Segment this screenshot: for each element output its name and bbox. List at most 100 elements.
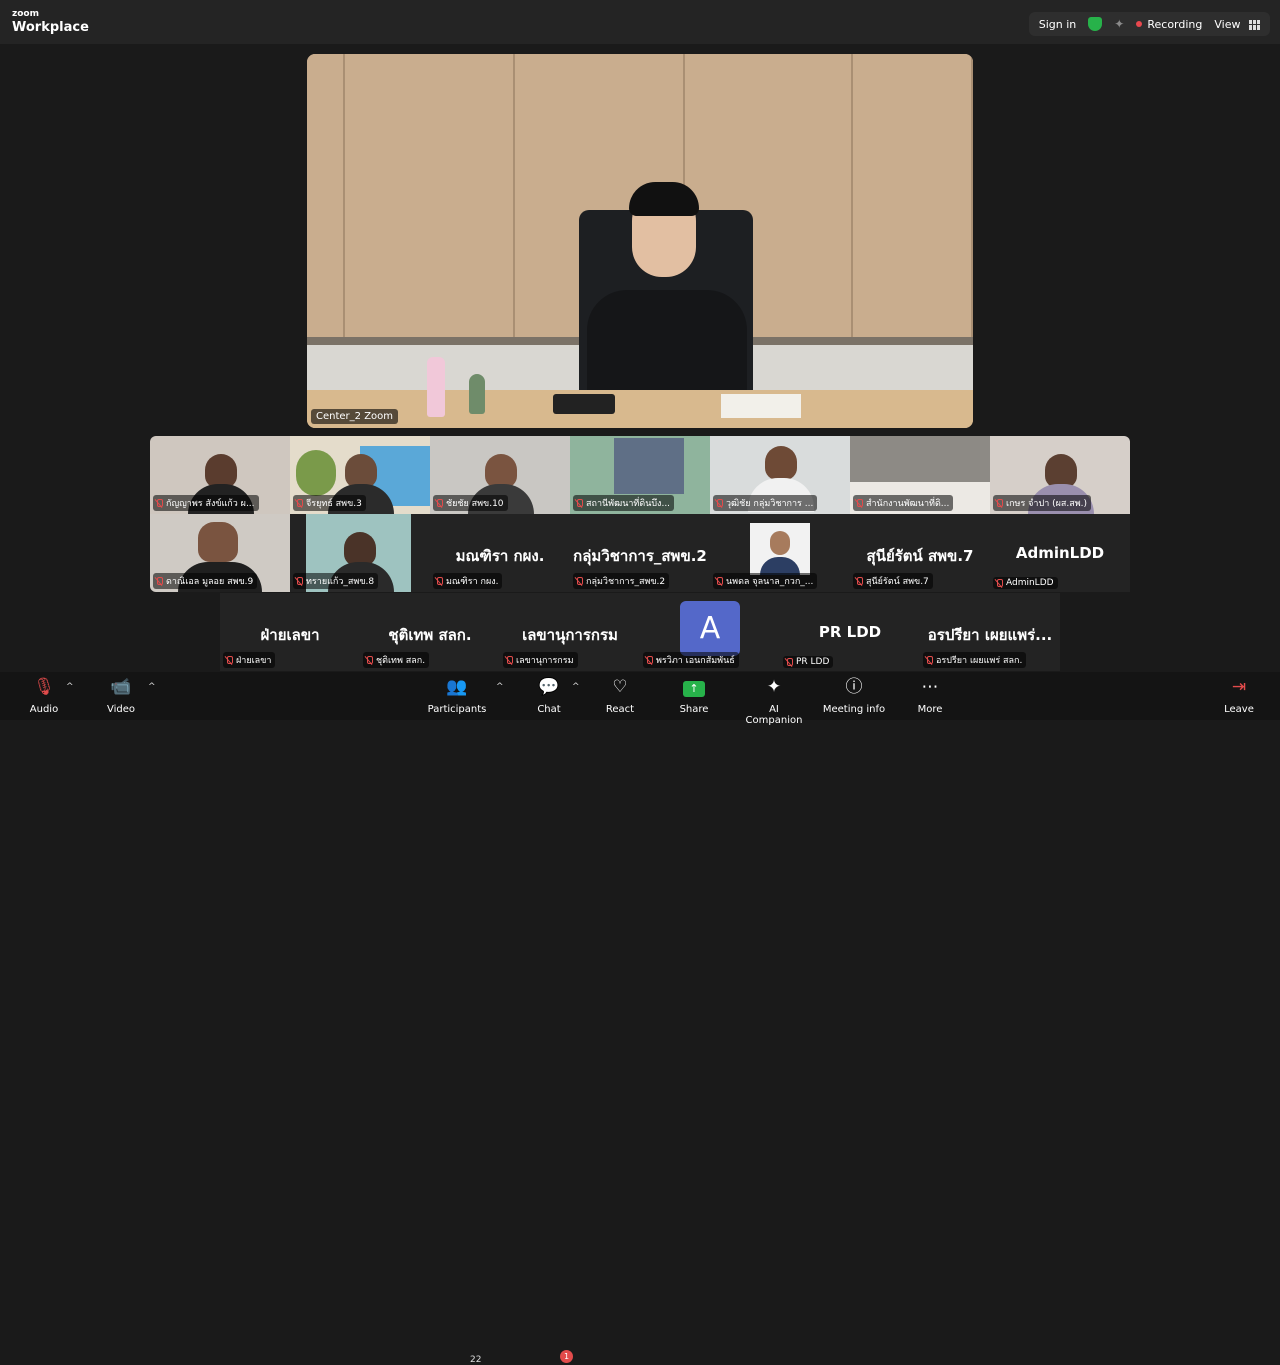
info-icon: ⓘ bbox=[845, 677, 863, 697]
participant-label: ชุติเทพ สลก. bbox=[363, 652, 430, 668]
ai-companion-button[interactable]: ✦ AI Companion bbox=[740, 676, 808, 726]
participant-name: จีรยุทธ์ สพข.3 bbox=[306, 499, 362, 509]
more-label: More bbox=[917, 704, 943, 715]
participant-name: ดาณิเอล มูลอย สพข.9 bbox=[166, 577, 254, 587]
leave-button[interactable]: ⇥ Leave bbox=[1220, 676, 1258, 718]
participant-name: กลุ่มวิชาการ_สพข.2 bbox=[586, 577, 666, 587]
muted-mic-icon bbox=[855, 576, 863, 586]
participant-tile[interactable]: A พรวิภา เอนกสัมพันธ์ bbox=[640, 593, 780, 671]
profile-face bbox=[770, 531, 790, 555]
participant-label: จีรยุทธ์ สพข.3 bbox=[293, 495, 366, 511]
participant-label: กัญญาพร สังข์แก้ว ผ... bbox=[153, 495, 259, 511]
participant-tile[interactable]: นพดล จุลนาล_กวก_... bbox=[710, 514, 850, 592]
muted-mic-icon bbox=[995, 578, 1003, 588]
participant-label: ทรายแก้ว_สพข.8 bbox=[293, 573, 379, 589]
top-right-controls: Sign in ✦ Recording View bbox=[1028, 12, 1270, 36]
brand-small: zoom bbox=[12, 9, 39, 19]
share-button[interactable]: ↑ Share bbox=[674, 676, 714, 718]
audio-button[interactable]: 🎙 Audio bbox=[24, 676, 64, 718]
ai-sparkle-icon[interactable]: ✦ bbox=[1114, 17, 1124, 31]
meeting-info-button[interactable]: ⓘ Meeting info bbox=[822, 676, 886, 718]
chat-options-caret-icon[interactable]: ^ bbox=[572, 682, 580, 692]
wall-panel bbox=[307, 54, 345, 344]
participant-tile[interactable]: ชุติเทพ สลก. ชุติเทพ สลก. bbox=[360, 593, 500, 671]
muted-mic-icon bbox=[925, 655, 933, 665]
participant-name: ฝ่ายเลขา bbox=[236, 656, 272, 666]
brand-name: Workplace bbox=[12, 20, 89, 35]
water-bottle bbox=[427, 357, 445, 417]
participant-tile[interactable]: กัญญาพร สังข์แก้ว ผ... bbox=[150, 436, 290, 514]
recording-dot-icon bbox=[1136, 21, 1143, 27]
participant-tile[interactable]: อรปรียา เผยแพร่... อรปรียา เผยแพร่ สลก. bbox=[920, 593, 1060, 671]
participant-tile[interactable]: สถานีพัฒนาที่ดินบึง... bbox=[570, 436, 710, 514]
participant-label: ชัยชัย สพข.10 bbox=[433, 495, 508, 511]
participant-name: ชุติเทพ สลก. bbox=[376, 656, 426, 666]
video-label: Video bbox=[106, 704, 136, 715]
participant-tile[interactable]: จีรยุทธ์ สพข.3 bbox=[290, 436, 430, 514]
participant-label: ฝ่ายเลขา bbox=[223, 652, 276, 668]
security-shield-icon[interactable] bbox=[1088, 17, 1103, 31]
participant-label: กลุ่มวิชาการ_สพข.2 bbox=[573, 573, 670, 589]
muted-mic-icon bbox=[155, 576, 163, 586]
zoom-logo: zoom Workplace bbox=[12, 9, 89, 35]
participant-label: เกษร จำปา (ผส.สพ.) bbox=[993, 495, 1092, 511]
participant-tile[interactable]: ทรายแก้ว_สพข.8 bbox=[290, 514, 430, 592]
recording-indicator[interactable]: Recording bbox=[1136, 18, 1202, 31]
participant-name: AdminLDD bbox=[1006, 578, 1054, 588]
participant-name: กัญญาพร สังข์แก้ว ผ... bbox=[166, 499, 255, 509]
react-button[interactable]: ♡ React bbox=[600, 676, 640, 718]
participant-name: เลขานุการกรม bbox=[516, 656, 574, 666]
muted-mic-icon bbox=[785, 657, 793, 667]
react-label: React bbox=[605, 704, 635, 715]
video-button[interactable]: 📹 Video bbox=[100, 676, 142, 718]
participant-tile[interactable]: สุนีย์รัตน์ สพข.7 สุนีย์รัตน์ สพข.7 bbox=[850, 514, 990, 592]
more-button[interactable]: ⋯ More bbox=[910, 676, 950, 718]
participants-options-caret-icon[interactable]: ^ bbox=[496, 682, 504, 692]
participants-button[interactable]: 👥 Participants bbox=[424, 676, 490, 718]
chat-button[interactable]: 💬 Chat bbox=[530, 676, 568, 718]
participant-tile[interactable]: AdminLDD AdminLDD bbox=[990, 514, 1130, 592]
muted-mic-icon bbox=[295, 498, 303, 508]
muted-mic-icon bbox=[435, 576, 443, 586]
chat-bubble-icon: 💬 bbox=[538, 677, 560, 697]
gallery-row-2: ดาณิเอล มูลอย สพข.9 ทรายแก้ว_สพข.8 มณฑิร… bbox=[150, 514, 1130, 592]
sign-in-link[interactable]: Sign in bbox=[1039, 18, 1077, 31]
participant-label: เลขานุการกรม bbox=[503, 652, 578, 668]
participant-tile[interactable]: เกษร จำปา (ผส.สพ.) bbox=[990, 436, 1130, 514]
participant-tile[interactable]: ชัยชัย สพข.10 bbox=[430, 436, 570, 514]
video-options-caret-icon[interactable]: ^ bbox=[148, 682, 156, 692]
participant-tile[interactable]: วุฒิชัย กลุ่มวิชาการ ... bbox=[710, 436, 850, 514]
ai-sparkle-icon: ✦ bbox=[766, 677, 782, 697]
participant-display-name: AdminLDD bbox=[1015, 544, 1105, 562]
participant-label: ดาณิเอล มูลอย สพข.9 bbox=[153, 573, 258, 589]
participant-display-name: อรปรียา เผยแพร่... bbox=[927, 626, 1053, 644]
participant-figure bbox=[344, 532, 376, 566]
participant-name: มณฑิรา กผง. bbox=[446, 577, 499, 587]
participant-tile[interactable]: ฝ่ายเลขา ฝ่ายเลขา bbox=[220, 593, 360, 671]
muted-mic-icon bbox=[645, 655, 653, 665]
speaker-hair bbox=[629, 182, 699, 216]
gallery-row-1: กัญญาพร สังข์แก้ว ผ... จีรยุทธ์ สพข.3 ชั… bbox=[150, 436, 1130, 514]
participant-tile[interactable]: ดาณิเอล มูลอย สพข.9 bbox=[150, 514, 290, 592]
participant-label: สำนักงานพัฒนาที่ดิ... bbox=[853, 495, 954, 511]
muted-mic-icon bbox=[715, 576, 723, 586]
view-button[interactable]: View bbox=[1214, 18, 1260, 31]
participant-name: สถานีพัฒนาที่ดินบึง... bbox=[586, 499, 671, 509]
participant-figure bbox=[765, 446, 797, 480]
participant-name: อรปรียา เผยแพร่ สลก. bbox=[936, 656, 1023, 666]
active-speaker-video[interactable]: Center_2 Zoom bbox=[307, 54, 973, 428]
audio-options-caret-icon[interactable]: ^ bbox=[66, 682, 74, 692]
participant-tile[interactable]: มณฑิรา กผง. มณฑิรา กผง. bbox=[430, 514, 570, 592]
participant-tile[interactable]: เลขานุการกรม เลขานุการกรม bbox=[500, 593, 640, 671]
heart-icon: ♡ bbox=[612, 677, 628, 697]
participant-tile[interactable]: สำนักงานพัฒนาที่ดิ... bbox=[850, 436, 990, 514]
participant-label: พรวิภา เอนกสัมพันธ์ bbox=[643, 652, 739, 668]
participant-figure bbox=[345, 454, 377, 488]
papers bbox=[721, 394, 801, 418]
participant-tile[interactable]: กลุ่มวิชาการ_สพข.2 กลุ่มวิชาการ_สพข.2 bbox=[570, 514, 710, 592]
participant-label: วุฒิชัย กลุ่มวิชาการ ... bbox=[713, 495, 818, 511]
top-bar: zoom Workplace Sign in ✦ Recording View bbox=[0, 0, 1280, 44]
grid-view-icon bbox=[1249, 19, 1260, 30]
audio-label: Audio bbox=[29, 704, 59, 715]
participant-tile[interactable]: PR LDD PR LDD bbox=[780, 593, 920, 671]
